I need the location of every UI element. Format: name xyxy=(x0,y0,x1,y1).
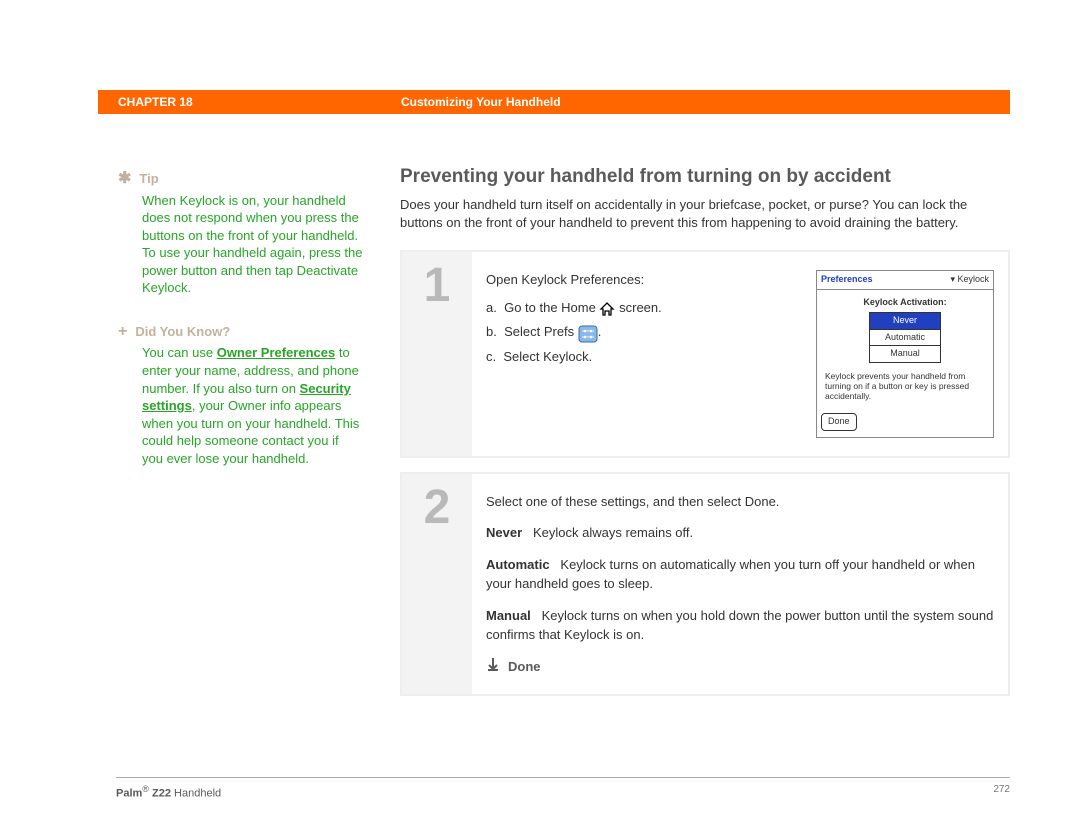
step-1-lead: Open Keylock Preferences: xyxy=(486,270,798,290)
option-manual: Manual xyxy=(870,346,940,362)
screenshot-header: Preferences ▾ Keylock xyxy=(817,271,993,290)
manual-desc: Keylock turns on when you hold down the … xyxy=(486,608,993,643)
never-row: Never Keylock always remains off. xyxy=(486,523,994,543)
step-1a: a. Go to the Home screen. xyxy=(486,298,798,318)
step-2-text: Select one of these settings, and then s… xyxy=(486,492,994,677)
step-2-box: 2 Select one of these settings, and then… xyxy=(400,472,1010,697)
page-title: Preventing your handheld from turning on… xyxy=(400,166,1010,188)
step-2-number: 2 xyxy=(402,474,472,695)
owner-preferences-link[interactable]: Owner Preferences xyxy=(217,345,336,360)
step-1b-text2: . xyxy=(598,324,602,339)
tip-body: When Keylock is on, your handheld does n… xyxy=(142,192,363,297)
home-icon xyxy=(599,299,615,319)
keylock-screenshot: Preferences ▾ Keylock Keylock Activation… xyxy=(816,270,994,438)
tip-label: Tip xyxy=(139,170,158,188)
chapter-title: Customizing Your Handheld xyxy=(393,95,561,109)
never-desc: Keylock always remains off. xyxy=(533,525,693,540)
did-you-know-body: You can use Owner Preferences to enter y… xyxy=(142,344,363,467)
dyk-text-1: You can use xyxy=(142,345,217,360)
never-label: Never xyxy=(486,525,522,540)
tip-block: ✱ Tip When Keylock is on, your handheld … xyxy=(118,168,363,297)
step-1-box: 1 Open Keylock Preferences: a. Go to the… xyxy=(400,250,1010,458)
option-never: Never xyxy=(870,313,940,330)
step-1b: b. Select Prefs . xyxy=(486,322,798,342)
prefs-icon xyxy=(578,323,598,343)
step-1c-text: Select Keylock. xyxy=(503,349,592,364)
step-1c-prefix: c. xyxy=(486,349,496,364)
option-list: Never Automatic Manual xyxy=(869,312,941,363)
tip-header: ✱ Tip xyxy=(118,168,363,190)
chapter-label: CHAPTER 18 xyxy=(98,95,393,109)
manual-row: Manual Keylock turns on when you hold do… xyxy=(486,606,994,645)
did-you-know-label: Did You Know? xyxy=(135,323,230,341)
main-content: Preventing your handheld from turning on… xyxy=(400,166,1010,710)
asterisk-icon: ✱ xyxy=(118,168,131,190)
step-2-lead: Select one of these settings, and then s… xyxy=(486,492,994,512)
screenshot-dropdown: ▾ Keylock xyxy=(950,273,989,287)
step-1b-text1: Select Prefs xyxy=(504,324,574,339)
chapter-header: CHAPTER 18 Customizing Your Handheld xyxy=(98,90,1010,114)
step-1-number: 1 xyxy=(402,252,472,456)
sidebar: ✱ Tip When Keylock is on, your handheld … xyxy=(118,168,363,491)
step-1-text: Open Keylock Preferences: a. Go to the H… xyxy=(486,270,798,438)
screenshot-pref-label: Preferences xyxy=(821,273,873,287)
activation-label: Keylock Activation: xyxy=(823,296,987,310)
screenshot-done-wrap: Done xyxy=(817,409,993,437)
screenshot-note: Keylock prevents your handheld from turn… xyxy=(823,371,987,406)
step-1a-text1: Go to the Home xyxy=(504,300,596,315)
page-number: 272 xyxy=(993,784,1010,800)
plus-icon: + xyxy=(118,321,127,343)
footer-model: Z22 xyxy=(152,788,171,800)
automatic-desc: Keylock turns on automatically when you … xyxy=(486,557,975,592)
step-1a-text2: screen. xyxy=(619,300,662,315)
screenshot-body: Keylock Activation: Never Automatic Manu… xyxy=(817,290,993,410)
step-1b-prefix: b. xyxy=(486,324,497,339)
manual-label: Manual xyxy=(486,608,531,623)
screenshot-dropdown-value: Keylock xyxy=(957,274,989,284)
step-1c: c. Select Keylock. xyxy=(486,347,798,367)
step-2-content: Select one of these settings, and then s… xyxy=(472,474,1008,695)
step-1-content: Open Keylock Preferences: a. Go to the H… xyxy=(472,252,1008,456)
done-label: Done xyxy=(508,657,541,677)
page-footer: Palm® Z22 Handheld 272 xyxy=(116,777,1010,800)
did-you-know-header: + Did You Know? xyxy=(118,321,363,343)
done-arrow-icon xyxy=(486,657,500,677)
registered-icon: ® xyxy=(142,784,149,794)
did-you-know-block: + Did You Know? You can use Owner Prefer… xyxy=(118,321,363,467)
footer-suffix: Handheld xyxy=(174,788,221,800)
footer-brand-name: Palm xyxy=(116,788,142,800)
screenshot-done-button: Done xyxy=(821,413,857,431)
automatic-label: Automatic xyxy=(486,557,550,572)
done-line: Done xyxy=(486,657,994,677)
automatic-row: Automatic Keylock turns on automatically… xyxy=(486,555,994,594)
option-automatic: Automatic xyxy=(870,330,940,347)
intro-paragraph: Does your handheld turn itself on accide… xyxy=(400,196,1010,232)
footer-brand: Palm® Z22 Handheld xyxy=(116,784,221,800)
step-1a-prefix: a. xyxy=(486,300,497,315)
